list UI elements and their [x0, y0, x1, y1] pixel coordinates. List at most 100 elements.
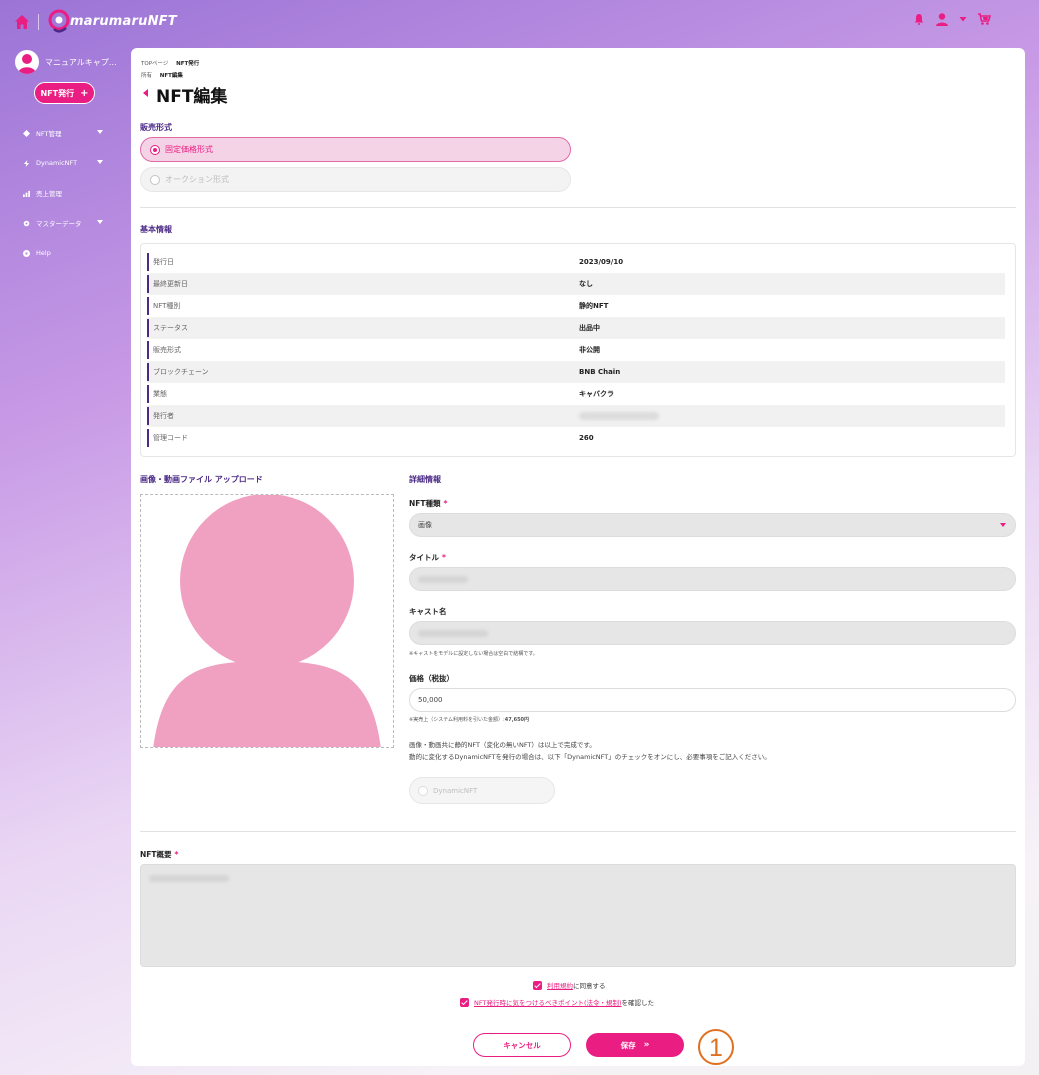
- user-name: マニュアルキャプ…: [45, 57, 117, 67]
- sidebar-item-nft-management[interactable]: NFT管理: [0, 118, 125, 148]
- breadcrumb-link-owned[interactable]: 所有: [141, 73, 152, 79]
- nft-type-label: NFT種類 *: [409, 498, 447, 509]
- required-mark: *: [174, 850, 179, 859]
- row-value: 非公開: [579, 346, 600, 354]
- required-mark: *: [443, 499, 448, 508]
- row-label: ステータス: [153, 324, 188, 332]
- chevron-down-icon: [1000, 523, 1006, 527]
- page-title: NFT編集: [156, 87, 228, 107]
- table-row: 発行日 2023/09/10: [147, 251, 1005, 273]
- sidebar-item-label: Help: [36, 249, 51, 257]
- row-label: 販売形式: [153, 346, 181, 354]
- table-row: ブロックチェーン BNB Chain: [147, 361, 1005, 383]
- radio-selected-icon: [150, 144, 160, 155]
- home-icon[interactable]: [14, 14, 30, 30]
- radio-auction[interactable]: オークション形式: [140, 167, 571, 192]
- table-row: 最終更新日 なし: [147, 273, 1005, 295]
- row-value: 260: [579, 434, 594, 442]
- user-avatar-icon: [18, 54, 36, 74]
- radio-fixed-price-label: 固定価格形式: [165, 145, 213, 154]
- plus-icon: +: [80, 87, 89, 99]
- chevron-down-icon[interactable]: [959, 15, 967, 23]
- row-label: 業態: [153, 390, 167, 398]
- chevron-down-icon: [97, 220, 103, 224]
- sidebar-item-sales[interactable]: 売上管理: [0, 178, 125, 208]
- row-label: 最終更新日: [153, 280, 188, 288]
- table-row: 販売形式 非公開: [147, 339, 1005, 361]
- sidebar-nav: NFT管理 DynamicNFT 売上管理 マスターデータ Help: [0, 118, 125, 268]
- info-paragraph-2: 動的に変化するDynamicNFTを発行の場合は、以下「DynamicNFT」の…: [409, 753, 771, 761]
- checkbox-unchecked-icon: [418, 785, 428, 796]
- logo[interactable]: marumaruNFT: [46, 6, 177, 36]
- terms-link[interactable]: 利用規約: [547, 980, 573, 990]
- row-value: 静的NFT: [579, 302, 609, 310]
- row-label: 管理コード: [153, 434, 188, 442]
- terms-suffix: に同意する: [573, 982, 606, 990]
- row-label: ブロックチェーン: [153, 368, 209, 376]
- row-value: BNB Chain: [579, 368, 621, 376]
- nft-icon: [23, 129, 30, 137]
- back-arrow-icon[interactable]: [143, 89, 148, 97]
- overview-textarea[interactable]: [140, 864, 1016, 967]
- radio-fixed-price[interactable]: 固定価格形式: [140, 137, 571, 162]
- nft-type-value: 画像: [418, 521, 432, 529]
- sidebar-item-master-data[interactable]: マスターデータ: [0, 208, 125, 238]
- cart-icon[interactable]: [977, 12, 991, 26]
- row-label: NFT種別: [153, 302, 181, 310]
- redacted-value: [418, 629, 488, 637]
- nft-type-label-text: NFT種類: [409, 499, 441, 508]
- radio-auction-label: オークション形式: [165, 175, 229, 184]
- sidebar-item-help[interactable]: Help: [0, 238, 125, 268]
- dynamic-nft-option[interactable]: DynamicNFT: [409, 777, 555, 804]
- user-profile[interactable]: マニュアルキャプ…: [15, 50, 125, 74]
- cast-name-input[interactable]: [409, 621, 1016, 645]
- nft-issue-button[interactable]: NFT発行 +: [34, 82, 95, 104]
- row-label: 発行者: [153, 412, 174, 420]
- logo-text: marumaruNFT: [70, 13, 177, 29]
- breadcrumb: TOPページ NFT発行: [141, 59, 199, 67]
- double-chevron-right-icon: »: [643, 1040, 650, 1050]
- basic-info-table: 発行日 2023/09/10 最終更新日 なし NFT種別 静的NFT ステータス 出品…: [140, 243, 1016, 457]
- table-row: ステータス 出品中: [147, 317, 1005, 339]
- cast-name-label: キャスト名: [409, 607, 447, 616]
- cancel-button[interactable]: キャンセル: [473, 1033, 571, 1057]
- table-row: 発行者: [147, 405, 1005, 427]
- user-icon[interactable]: [935, 12, 949, 26]
- price-input[interactable]: 50,000: [409, 688, 1016, 712]
- overview-label-text: NFT概要: [140, 850, 172, 859]
- checkbox-checked-icon[interactable]: [460, 997, 469, 1007]
- sidebar-item-label: DynamicNFT: [36, 159, 78, 167]
- terms-checkbox-row[interactable]: 利用規約 に同意する: [533, 980, 606, 990]
- nft-type-select[interactable]: 画像: [409, 513, 1016, 537]
- price-label: 価格（税抜）: [409, 674, 454, 683]
- row-value: キャバクラ: [579, 390, 614, 398]
- redacted-value: [579, 412, 659, 420]
- points-suffix: を確認した: [621, 999, 655, 1007]
- divider: [140, 831, 1016, 832]
- points-checkbox-row[interactable]: NFT発行時に気をつけるべきポイント(法令・規制) を確認した: [460, 997, 654, 1007]
- table-row: 業態 キャバクラ: [147, 383, 1005, 405]
- save-button[interactable]: 保存 »: [586, 1033, 684, 1057]
- redacted-value: [418, 575, 468, 583]
- chevron-down-icon: [97, 160, 103, 164]
- logo-mark-icon: [48, 9, 70, 33]
- upload-dropzone[interactable]: [140, 494, 394, 748]
- checkbox-checked-icon[interactable]: [533, 980, 542, 990]
- bell-icon[interactable]: [913, 13, 925, 25]
- required-mark: *: [442, 553, 446, 562]
- basic-info-title: 基本情報: [140, 225, 172, 234]
- sidebar-item-dynamic-nft[interactable]: DynamicNFT: [0, 148, 125, 178]
- breadcrumb-current-edit: NFT編集: [159, 73, 183, 79]
- details-title: 詳細情報: [409, 475, 441, 484]
- avatar: [15, 50, 39, 74]
- title-input[interactable]: [409, 567, 1016, 591]
- breadcrumb-link-top[interactable]: TOPページ: [141, 61, 168, 67]
- header-divider: [38, 14, 39, 30]
- points-link[interactable]: NFT発行時に気をつけるべきポイント(法令・規制): [474, 997, 622, 1007]
- divider: [140, 207, 1016, 208]
- gear-icon: [23, 220, 30, 226]
- price-value: 50,000: [418, 696, 443, 704]
- price-note-text: ※実売上（システム利用料を引いた金額）:: [409, 717, 505, 723]
- sidebar-item-label: NFT管理: [36, 130, 62, 138]
- row-value: なし: [579, 280, 593, 288]
